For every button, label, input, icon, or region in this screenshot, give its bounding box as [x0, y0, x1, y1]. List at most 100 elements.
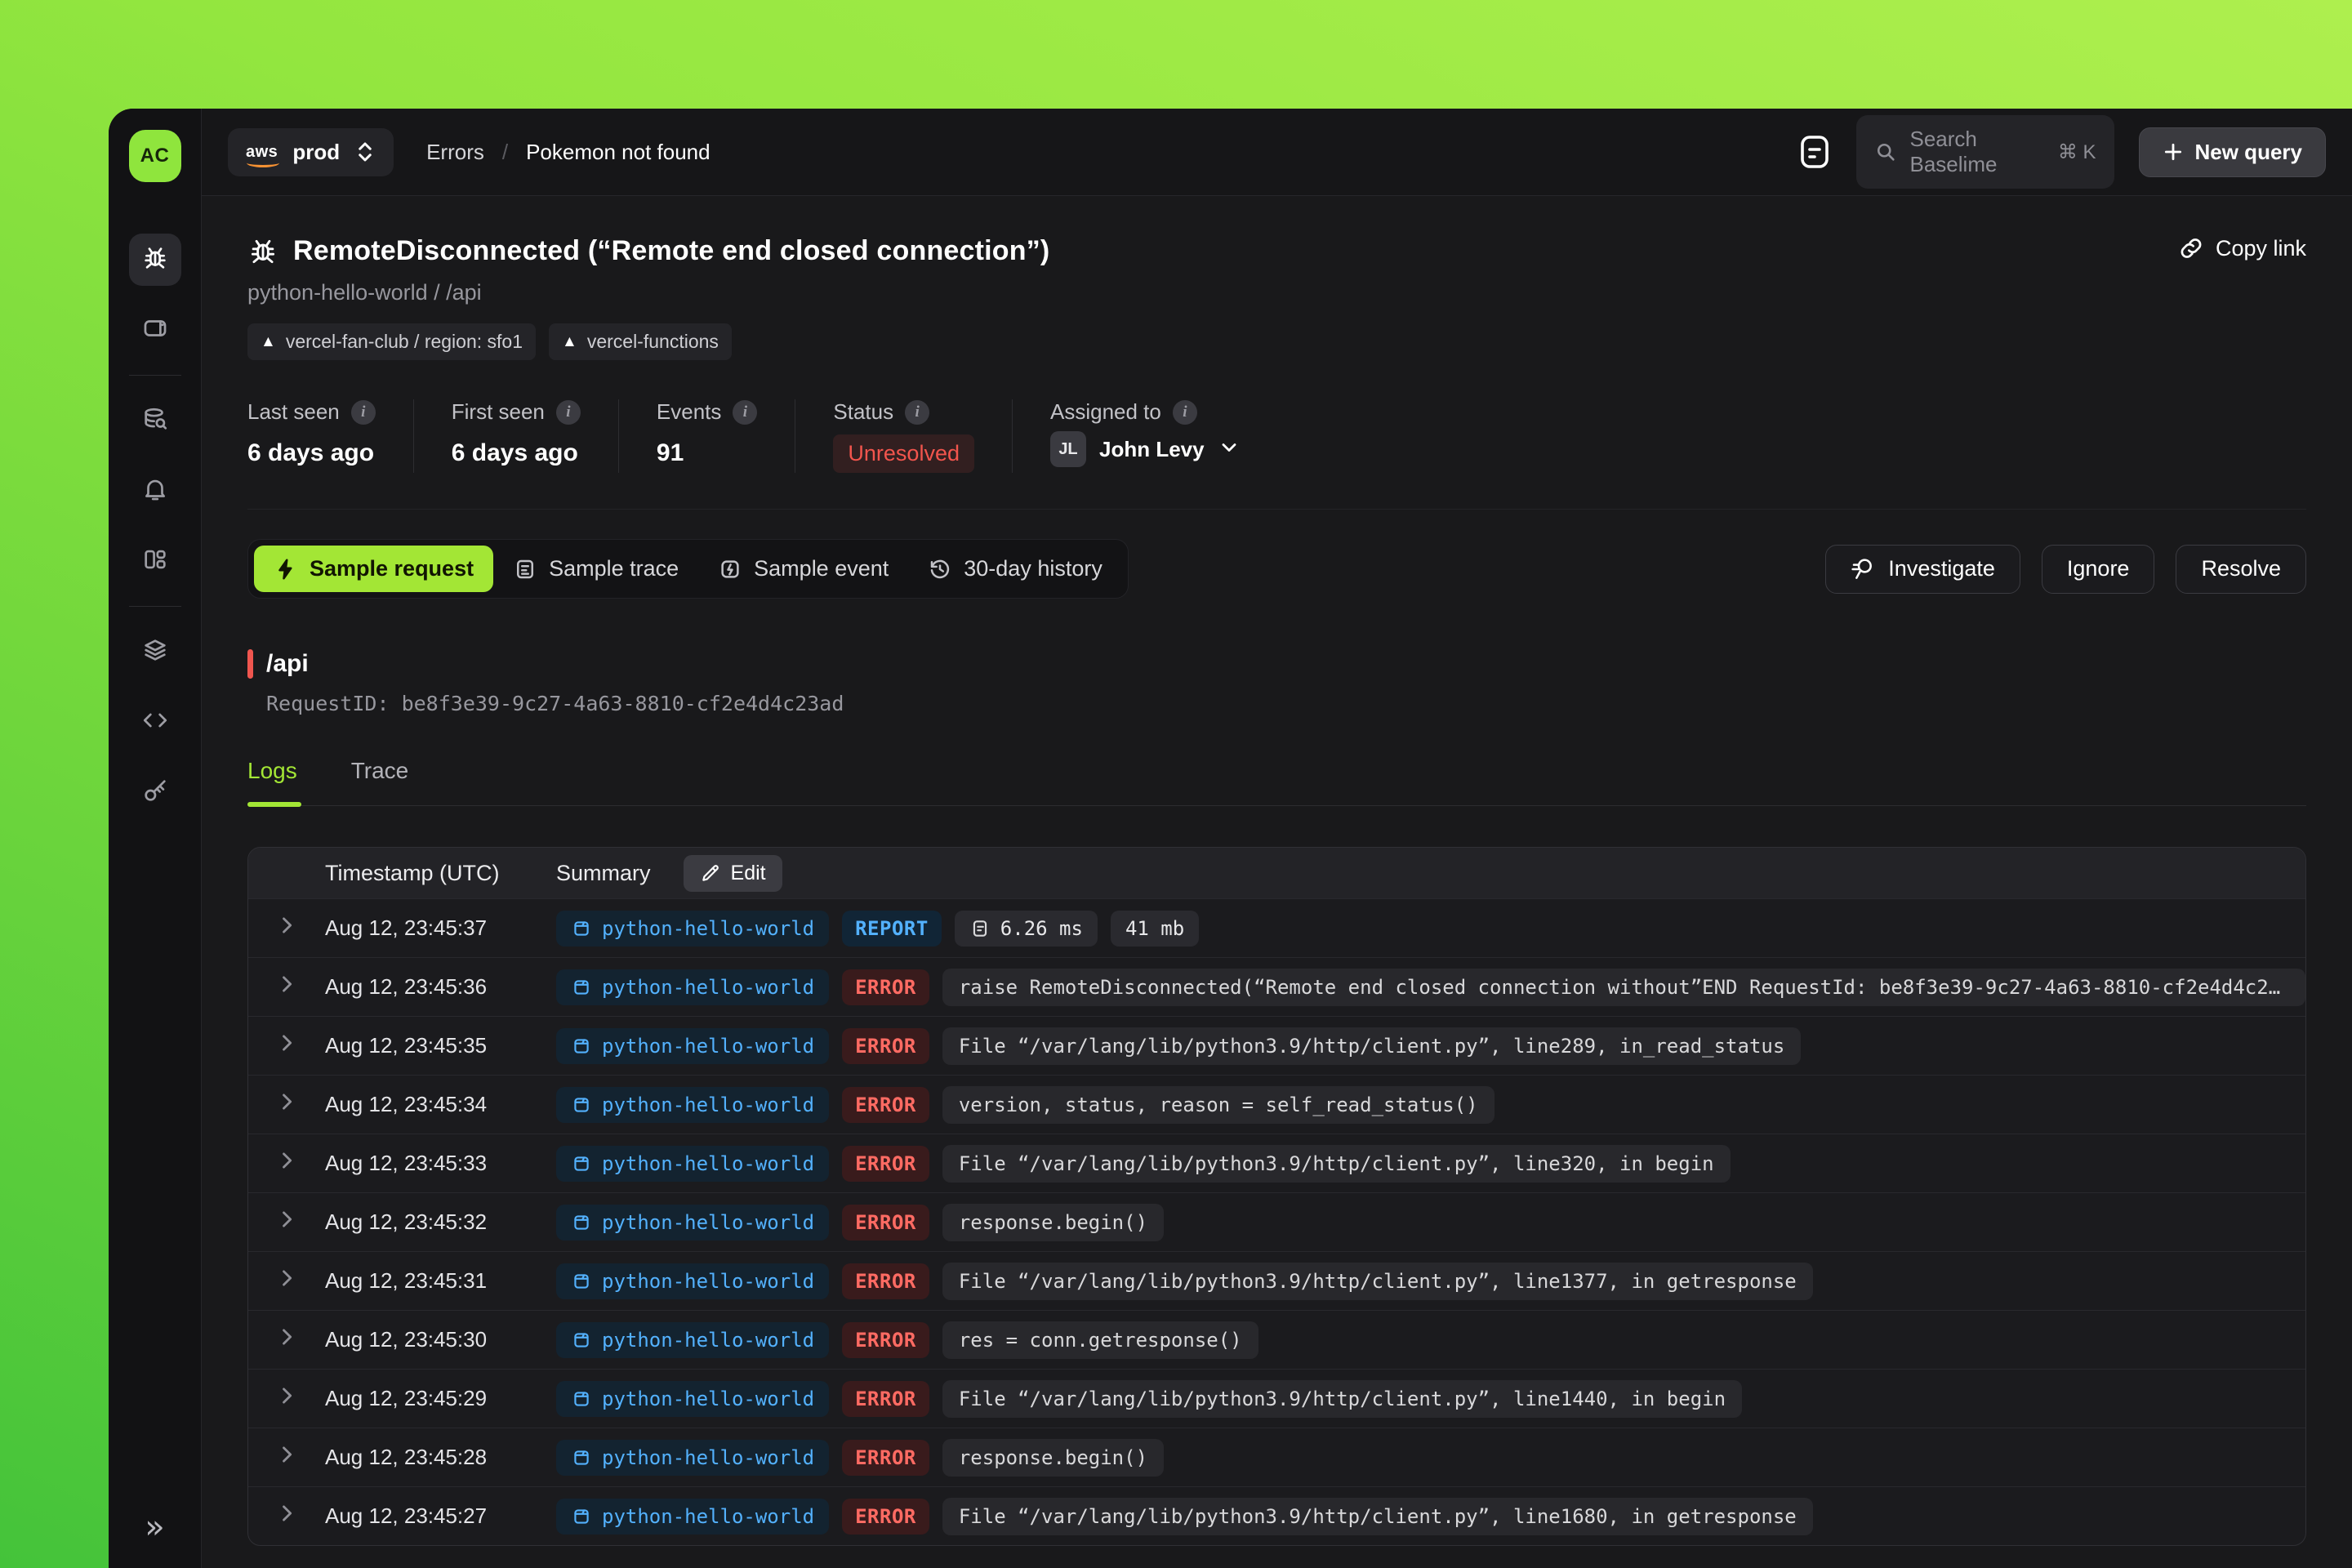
cube-icon: [571, 977, 592, 998]
level-badge: ERROR: [842, 1205, 929, 1241]
sidebar-item-bell[interactable]: [129, 465, 181, 517]
copy-link-button[interactable]: Copy link: [2178, 235, 2306, 261]
expand-row-button[interactable]: [248, 1031, 325, 1060]
row-summary: python-hello-worldERRORresponse.begin(): [556, 1439, 2305, 1477]
request-path: /api: [266, 650, 309, 678]
resolve-button[interactable]: Resolve: [2176, 545, 2306, 594]
chevron-down-icon: [1218, 436, 1241, 463]
expand-row-button[interactable]: [248, 1149, 325, 1178]
service-name: python-hello-world: [602, 1329, 814, 1352]
expand-row-button[interactable]: [248, 1325, 325, 1354]
col-timestamp: Timestamp (UTC): [325, 861, 556, 886]
sidebar-item-dashboard[interactable]: [129, 535, 181, 587]
sidebar-collapse-icon[interactable]: »: [145, 1511, 164, 1544]
row-summary: python-hello-worldERRORFile “/var/lang/l…: [556, 1498, 2305, 1535]
level-badge: REPORT: [842, 911, 942, 947]
row-timestamp: Aug 12, 23:45:34: [325, 1092, 556, 1117]
investigate-button[interactable]: Investigate: [1825, 545, 2020, 594]
info-icon[interactable]: i: [556, 400, 581, 425]
sidebar-item-bug[interactable]: [129, 234, 181, 286]
size-badge: 41 mb: [1111, 911, 1199, 947]
expand-row-button[interactable]: [248, 914, 325, 942]
service-name: python-hello-world: [602, 1211, 814, 1234]
service-badge[interactable]: python-hello-world: [556, 1205, 829, 1241]
service-badge[interactable]: python-hello-world: [556, 1263, 829, 1299]
edit-columns-button[interactable]: Edit: [684, 855, 782, 892]
expand-row-button[interactable]: [248, 1090, 325, 1119]
tab-sample-trace[interactable]: Sample trace: [493, 546, 698, 592]
breadcrumb-item[interactable]: Pokemon not found: [526, 140, 710, 165]
issue-header: RemoteDisconnected (“Remote end closed c…: [247, 196, 2306, 473]
assignee-select[interactable]: JLJohn Levy: [1050, 431, 1241, 467]
info-icon[interactable]: i: [733, 400, 757, 425]
sidebar-item-layers[interactable]: [129, 626, 181, 678]
level-badge: ERROR: [842, 1322, 929, 1358]
service-badge[interactable]: python-hello-world: [556, 1028, 829, 1064]
row-timestamp: Aug 12, 23:45:33: [325, 1151, 556, 1176]
package-icon: [141, 314, 169, 346]
workspace-avatar[interactable]: AC: [129, 130, 181, 182]
tab-30-day-history[interactable]: 30-day history: [908, 546, 1122, 592]
sidebar-item-database-search[interactable]: [129, 394, 181, 447]
log-message: File “/var/lang/lib/python3.9/http/clien…: [942, 1263, 1813, 1300]
chevron-right-icon: [275, 1325, 298, 1354]
new-query-button[interactable]: New query: [2139, 127, 2327, 177]
event-bolt-icon: [718, 557, 742, 581]
service-badge[interactable]: python-hello-world: [556, 1146, 829, 1182]
stat-value: 6 days ago: [247, 439, 376, 467]
row-summary: python-hello-worldERRORFile “/var/lang/l…: [556, 1027, 2305, 1065]
changelog-icon[interactable]: [1797, 132, 1832, 172]
cube-icon: [571, 1330, 592, 1351]
breadcrumb-item[interactable]: Errors: [426, 140, 484, 165]
table-row: Aug 12, 23:45:30python-hello-worldERRORr…: [248, 1310, 2305, 1369]
service-badge[interactable]: python-hello-world: [556, 1322, 829, 1358]
link-icon: [2178, 235, 2204, 261]
expand-row-button[interactable]: [248, 973, 325, 1001]
expand-row-button[interactable]: [248, 1502, 325, 1530]
expand-row-button[interactable]: [248, 1208, 325, 1236]
expand-row-button[interactable]: [248, 1267, 325, 1295]
row-summary: python-hello-worldERRORresponse.begin(): [556, 1204, 2305, 1241]
service-badge[interactable]: python-hello-world: [556, 1440, 829, 1476]
expand-row-button[interactable]: [248, 1443, 325, 1472]
level-badge: ERROR: [842, 1499, 929, 1535]
tab-sample-event[interactable]: Sample event: [698, 546, 908, 592]
vercel-triangle-icon: ▲: [261, 333, 276, 351]
row-summary: python-hello-worldREPORT6.26 ms41 mb: [556, 911, 2305, 947]
info-icon[interactable]: i: [905, 400, 929, 425]
layers-icon: [141, 636, 169, 668]
service-badge[interactable]: python-hello-world: [556, 1381, 829, 1417]
main-content: RemoteDisconnected (“Remote end closed c…: [202, 196, 2352, 1568]
action-row: Sample requestSample trace Sample event 30…: [247, 539, 2306, 599]
log-message: raise RemoteDisconnected(“Remote end clo…: [942, 969, 2305, 1006]
search-shortcut: ⌘ K: [2058, 140, 2096, 164]
table-row: Aug 12, 23:45:32python-hello-worldERRORr…: [248, 1192, 2305, 1251]
info-icon[interactable]: i: [1173, 400, 1197, 425]
tab-trace[interactable]: Trace: [351, 758, 409, 805]
log-message: res = conn.getresponse(): [942, 1321, 1258, 1359]
service-badge[interactable]: python-hello-world: [556, 1087, 829, 1123]
table-row: Aug 12, 23:45:37python-hello-worldREPORT…: [248, 898, 2305, 957]
sidebar-item-key[interactable]: [129, 766, 181, 818]
tab-logs[interactable]: Logs: [247, 758, 297, 805]
service-badge[interactable]: python-hello-world: [556, 969, 829, 1005]
expand-row-button[interactable]: [248, 1384, 325, 1413]
stat-label: Eventsi: [657, 399, 758, 425]
ignore-button[interactable]: Ignore: [2042, 545, 2155, 594]
sidebar-item-package[interactable]: [129, 304, 181, 356]
level-badge: ERROR: [842, 1028, 929, 1064]
tab-sample-request[interactable]: Sample request: [254, 546, 493, 592]
issue-subtitle: python-hello-world / /api: [247, 280, 2306, 305]
key-icon: [141, 777, 169, 808]
tag-label: vercel-functions: [587, 331, 719, 353]
info-icon[interactable]: i: [351, 400, 376, 425]
sidebar-item-code[interactable]: [129, 696, 181, 748]
sidebar-nav: [109, 225, 201, 827]
stat-last-seen: Last seeni6 days ago: [247, 399, 414, 473]
environment-switcher[interactable]: aws prod: [228, 128, 394, 176]
service-badge[interactable]: python-hello-world: [556, 1499, 829, 1535]
search-input[interactable]: Search Baselime ⌘ K: [1856, 115, 2114, 189]
service-badge[interactable]: python-hello-world: [556, 911, 829, 947]
tab-label: Sample event: [754, 556, 889, 581]
row-timestamp: Aug 12, 23:45:28: [325, 1445, 556, 1470]
